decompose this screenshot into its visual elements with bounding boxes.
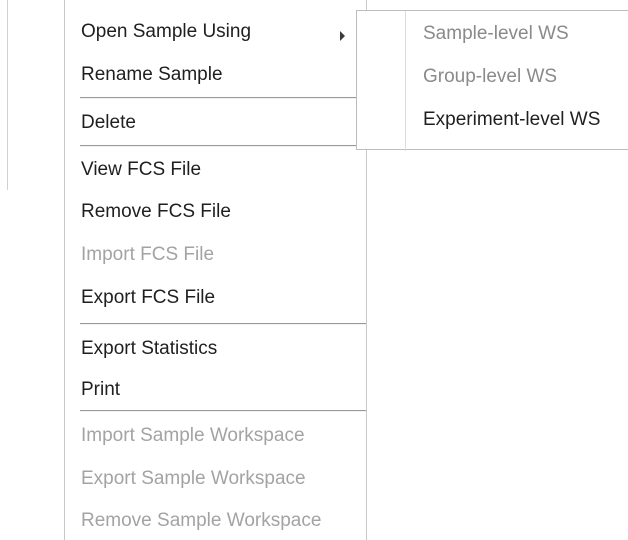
menu-item-delete[interactable]: Delete bbox=[81, 111, 136, 135]
menu-item-open-sample-using[interactable]: Open Sample Using bbox=[81, 20, 251, 44]
menu-item-label: Remove FCS File bbox=[81, 201, 231, 222]
open-sample-using-submenu: Sample-level WS Group-level WS Experimen… bbox=[356, 10, 628, 151]
menu-separator bbox=[80, 145, 366, 147]
submenu-gutter bbox=[405, 11, 406, 151]
submenu-item-label: Group-level WS bbox=[423, 66, 558, 87]
menu-item-label: Print bbox=[81, 379, 121, 400]
menu-item-label: View FCS File bbox=[81, 159, 202, 180]
menu-item-label: Rename Sample bbox=[81, 64, 223, 85]
menu-separator bbox=[80, 97, 366, 99]
menu-item-label: Export Statistics bbox=[81, 338, 218, 359]
menu-item-rename-sample[interactable]: Rename Sample bbox=[81, 63, 223, 87]
chevron-right-icon bbox=[340, 31, 345, 41]
menu-item-remove-sample-workspace: Remove Sample Workspace bbox=[81, 509, 321, 533]
menu-item-export-fcs-file[interactable]: Export FCS File bbox=[81, 286, 215, 310]
menu-item-view-fcs-file[interactable]: View FCS File bbox=[81, 158, 201, 182]
menu-item-import-sample-workspace: Import Sample Workspace bbox=[81, 424, 305, 448]
menu-item-label: Export Sample Workspace bbox=[81, 468, 306, 489]
menu-item-label: Import FCS File bbox=[81, 244, 215, 265]
submenu-item-label: Sample-level WS bbox=[423, 23, 569, 44]
menu-item-label: Export FCS File bbox=[81, 287, 216, 308]
context-menu: Open Sample Using Rename Sample Delete V… bbox=[64, 0, 367, 540]
menu-item-export-sample-workspace: Export Sample Workspace bbox=[81, 467, 306, 491]
submenu-item-group-level-ws[interactable]: Group-level WS bbox=[423, 65, 557, 89]
menu-item-print[interactable]: Print bbox=[81, 378, 120, 402]
menu-item-label: Import Sample Workspace bbox=[81, 425, 305, 446]
menu-item-import-fcs-file: Import FCS File bbox=[81, 243, 214, 267]
menu-item-label: Delete bbox=[81, 112, 136, 133]
menu-separator bbox=[80, 323, 366, 325]
menu-item-remove-fcs-file[interactable]: Remove FCS File bbox=[81, 200, 231, 224]
submenu-item-label: Experiment-level WS bbox=[423, 109, 601, 130]
menu-item-label: Open Sample Using bbox=[81, 21, 252, 42]
menu-item-export-statistics[interactable]: Export Statistics bbox=[81, 337, 217, 361]
submenu-item-sample-level-ws[interactable]: Sample-level WS bbox=[423, 22, 569, 46]
menu-separator bbox=[80, 410, 366, 412]
submenu-item-experiment-level-ws[interactable]: Experiment-level WS bbox=[423, 108, 600, 132]
menu-item-label: Remove Sample Workspace bbox=[81, 510, 322, 531]
window-left-edge bbox=[7, 0, 8, 190]
